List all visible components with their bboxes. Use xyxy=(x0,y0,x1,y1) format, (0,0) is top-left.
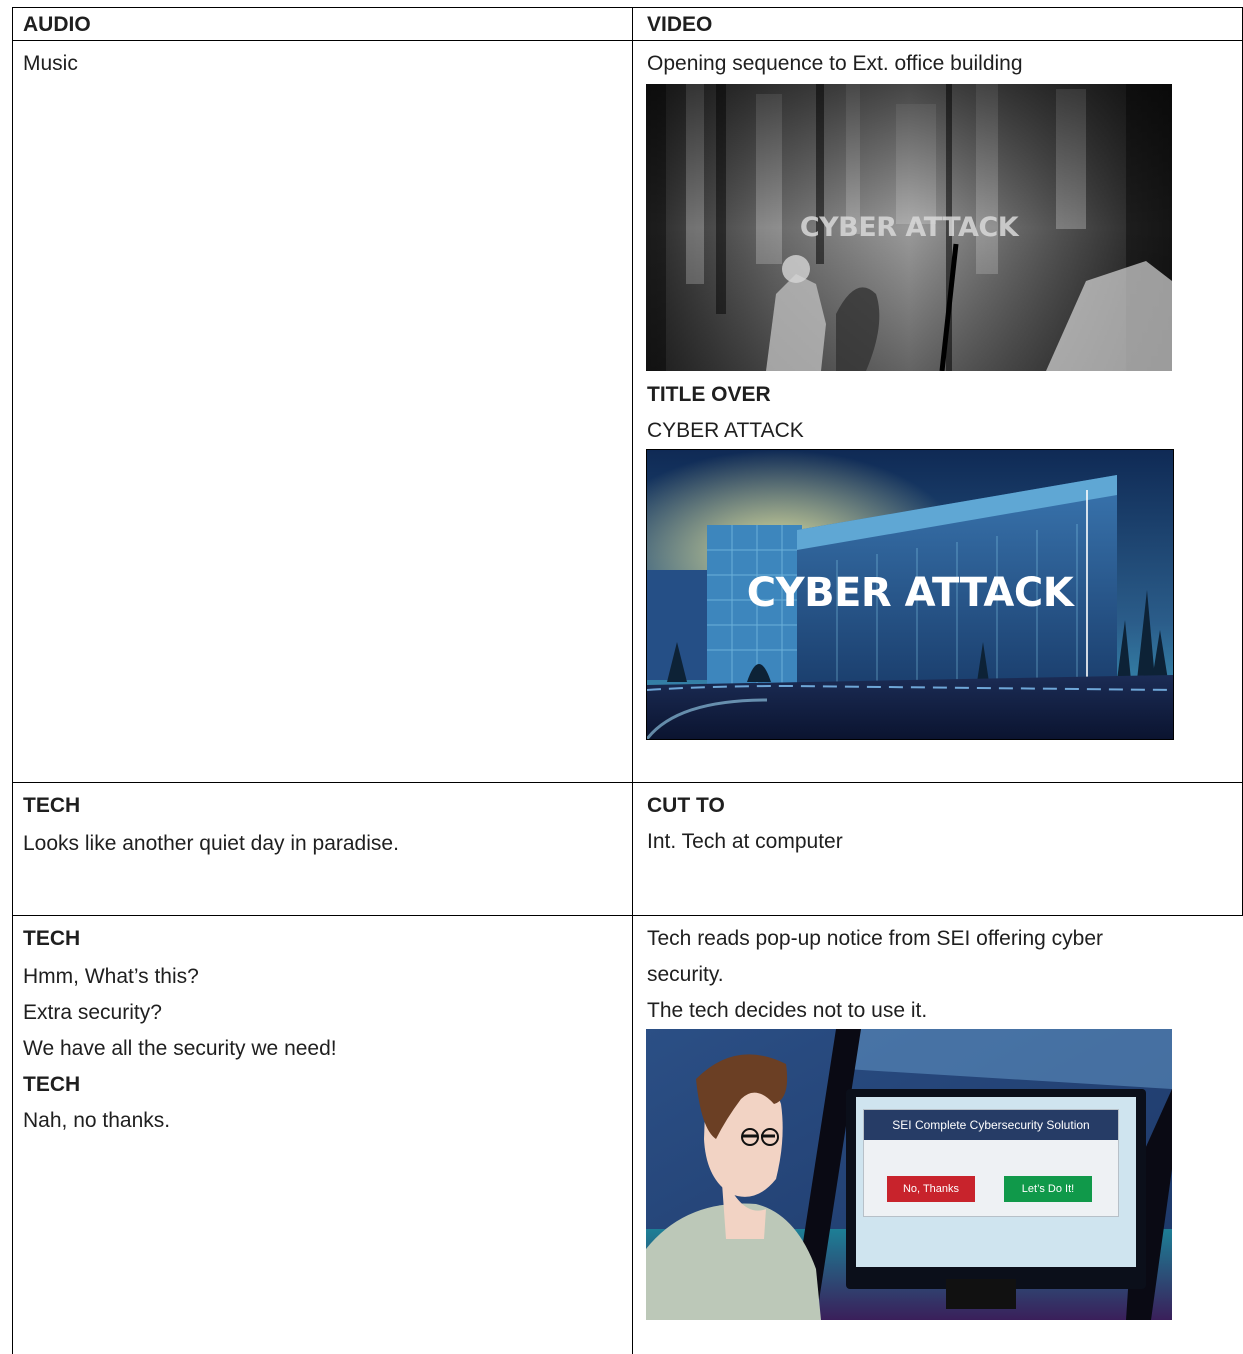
title-over-block: TITLE OVER CYBER ATTACK xyxy=(647,383,804,443)
video-column-header: VIDEO xyxy=(647,13,712,37)
row2-video-cell: CUT TO Int. Tech at computer xyxy=(647,794,843,854)
tech-speaker-label-2: TECH xyxy=(23,927,81,950)
row3-audio-cell: TECH Hmm, What’s this? Extra security? W… xyxy=(23,927,337,1133)
header-divider xyxy=(12,40,1243,41)
tech-dialogue-extra-security: Extra security? xyxy=(23,1001,162,1024)
row2-audio-cell: TECH Looks like another quiet day in par… xyxy=(23,794,399,856)
popup-direction-line1: Tech reads pop-up notice from SEI offeri… xyxy=(647,927,1104,950)
frame-image-tech-popup: SEI Complete Cybersecurity Solution No, … xyxy=(646,1029,1172,1320)
no-thanks-button[interactable]: No, Thanks xyxy=(887,1176,975,1202)
video-header-text: VIDEO xyxy=(647,13,713,36)
frame2-title-overlay: CYBER ATTACK xyxy=(746,570,1074,616)
tech-speaker-label-3: TECH xyxy=(23,1073,81,1096)
audio-music-line: Music xyxy=(23,52,78,75)
sei-popup-window: SEI Complete Cybersecurity Solution No, … xyxy=(863,1109,1119,1217)
tech-speaker-label-1: TECH xyxy=(23,794,81,817)
tech-dialogue-whats-this: Hmm, What’s this? xyxy=(23,965,199,988)
row-divider-2 xyxy=(12,915,1243,916)
popup-direction-line1b: security. xyxy=(647,963,724,986)
cut-to-heading: CUT TO xyxy=(647,794,725,817)
row-divider-1 xyxy=(12,782,1243,783)
script-table: AUDIO VIDEO Music Opening sequence to Ex… xyxy=(12,7,1243,1354)
row3-video-cell: Tech reads pop-up notice from SEI offeri… xyxy=(647,927,1103,1023)
tech-dialogue-quiet-day: Looks like another quiet day in paradise… xyxy=(23,832,399,855)
tech-dialogue-no-thanks: Nah, no thanks. xyxy=(23,1109,171,1132)
lets-do-it-button[interactable]: Let’s Do It! xyxy=(1004,1176,1092,1202)
title-over-text: CYBER ATTACK xyxy=(647,419,804,442)
tech-dialogue-all-security: We have all the security we need! xyxy=(23,1037,337,1060)
table-border-top xyxy=(12,7,1243,8)
column-divider xyxy=(632,7,633,1354)
frame-image-montage: CYBER ATTACK xyxy=(646,84,1172,371)
table-border-left xyxy=(12,7,13,1354)
video-direction-line: Opening sequence to Ext. office building xyxy=(647,52,1023,75)
row1-audio-cell: Music xyxy=(23,52,78,76)
popup-title: SEI Complete Cybersecurity Solution xyxy=(864,1110,1118,1140)
title-over-heading: TITLE OVER xyxy=(647,383,771,406)
popup-direction-line2: The tech decides not to use it. xyxy=(647,999,928,1022)
row1-video-cell: Opening sequence to Ext. office building xyxy=(647,52,1237,76)
frame1-title-overlay: CYBER ATTACK xyxy=(799,212,1019,243)
audio-header-text: AUDIO xyxy=(23,13,91,36)
audio-column-header: AUDIO xyxy=(23,13,91,37)
frame-image-office-building: CYBER ATTACK xyxy=(646,449,1174,740)
cut-to-direction: Int. Tech at computer xyxy=(647,830,843,853)
